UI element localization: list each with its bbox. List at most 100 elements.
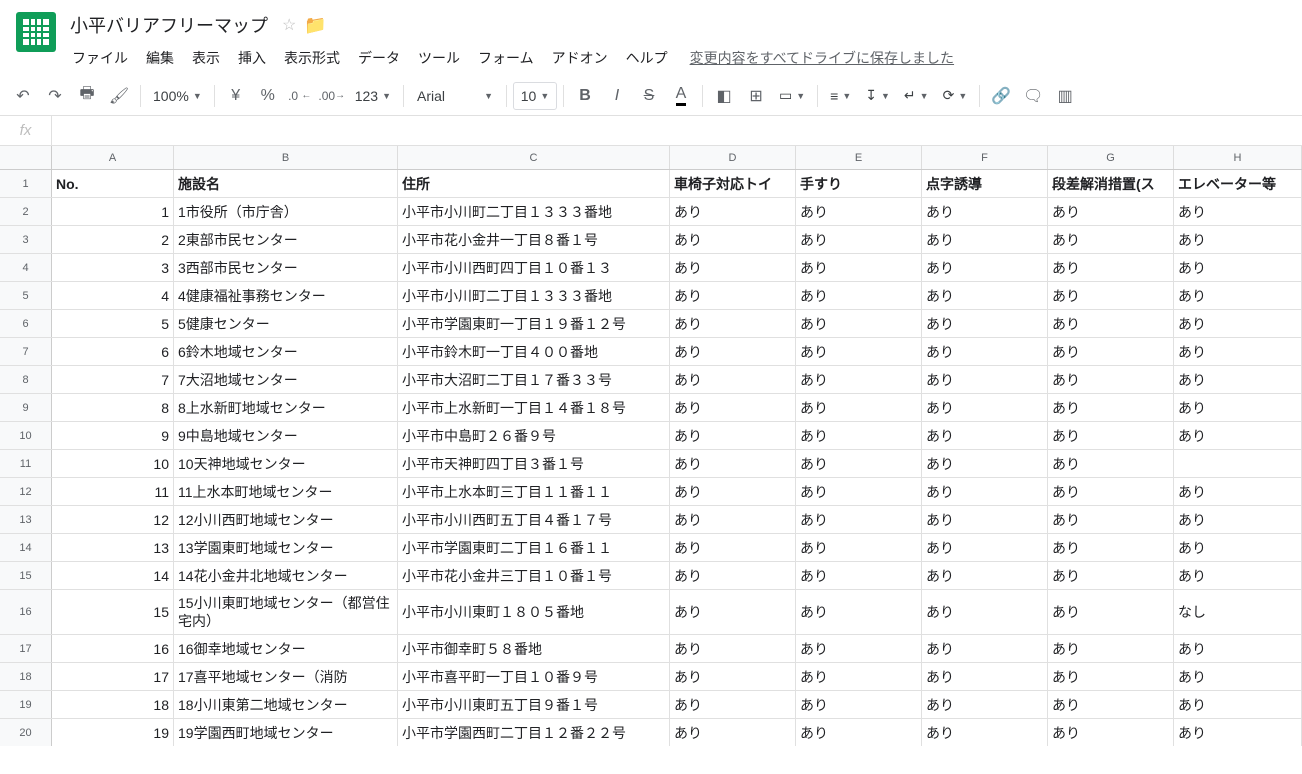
cell[interactable]: あり: [1048, 254, 1174, 281]
cell[interactable]: 小平市小川東町１８０５番地: [398, 590, 670, 634]
cell[interactable]: あり: [922, 534, 1048, 561]
cell[interactable]: あり: [1048, 478, 1174, 505]
cell[interactable]: あり: [1048, 590, 1174, 634]
number-format-select[interactable]: 123▼: [349, 82, 397, 110]
cell[interactable]: あり: [670, 663, 796, 690]
cell[interactable]: あり: [670, 719, 796, 746]
cell[interactable]: あり: [670, 506, 796, 533]
cell[interactable]: No.: [52, 170, 174, 197]
decrease-decimal-button[interactable]: .0 ←: [285, 82, 315, 110]
font-size-select[interactable]: 10▼: [513, 82, 557, 110]
valign-button[interactable]: ↧▼: [859, 82, 896, 110]
row-header[interactable]: 3: [0, 226, 52, 253]
col-header-B[interactable]: B: [174, 146, 398, 169]
cell[interactable]: あり: [796, 226, 922, 253]
cell[interactable]: あり: [1048, 310, 1174, 337]
cell[interactable]: あり: [796, 394, 922, 421]
halign-button[interactable]: ≡▼: [824, 82, 857, 110]
cell[interactable]: 13学園東町地域センター: [174, 534, 398, 561]
row-header[interactable]: 1: [0, 170, 52, 197]
cell[interactable]: あり: [796, 366, 922, 393]
cell[interactable]: あり: [796, 691, 922, 718]
row-header[interactable]: 9: [0, 394, 52, 421]
cell[interactable]: 小平市花小金井一丁目８番１号: [398, 226, 670, 253]
cell[interactable]: 1市役所（市庁舎）: [174, 198, 398, 225]
cell[interactable]: あり: [922, 719, 1048, 746]
cell[interactable]: 小平市学園西町二丁目１２番２２号: [398, 719, 670, 746]
cell[interactable]: 7大沼地域センター: [174, 366, 398, 393]
cell[interactable]: あり: [1174, 310, 1302, 337]
cell[interactable]: あり: [1048, 422, 1174, 449]
row-header[interactable]: 17: [0, 635, 52, 662]
cell[interactable]: あり: [796, 310, 922, 337]
cell[interactable]: あり: [796, 534, 922, 561]
cell[interactable]: あり: [796, 450, 922, 477]
cell[interactable]: あり: [922, 450, 1048, 477]
cell[interactable]: 小平市小川西町五丁目４番１７号: [398, 506, 670, 533]
cell[interactable]: 点字誘導: [922, 170, 1048, 197]
cell[interactable]: あり: [796, 635, 922, 662]
bold-button[interactable]: B: [570, 82, 600, 110]
cell[interactable]: 4: [52, 282, 174, 309]
col-header-F[interactable]: F: [922, 146, 1048, 169]
menu-form[interactable]: フォーム: [470, 44, 542, 72]
row-header[interactable]: 11: [0, 450, 52, 477]
cell[interactable]: 13: [52, 534, 174, 561]
percent-button[interactable]: %: [253, 82, 283, 110]
cell[interactable]: あり: [1174, 198, 1302, 225]
cell[interactable]: 小平市小川町二丁目１３３３番地: [398, 282, 670, 309]
row-header[interactable]: 14: [0, 534, 52, 561]
cell[interactable]: [1174, 450, 1302, 477]
cell[interactable]: 小平市小川町二丁目１３３３番地: [398, 198, 670, 225]
cell[interactable]: 12: [52, 506, 174, 533]
cell[interactable]: 5健康センター: [174, 310, 398, 337]
cell[interactable]: 1: [52, 198, 174, 225]
cell[interactable]: あり: [796, 478, 922, 505]
cell[interactable]: 15小川東町地域センター（都営住宅内）: [174, 590, 398, 634]
cell[interactable]: 小平市学園東町一丁目１９番１２号: [398, 310, 670, 337]
cell[interactable]: あり: [922, 198, 1048, 225]
borders-button[interactable]: ⊞: [741, 82, 771, 110]
row-header[interactable]: 5: [0, 282, 52, 309]
cell[interactable]: 5: [52, 310, 174, 337]
cell[interactable]: 施設名: [174, 170, 398, 197]
cell[interactable]: あり: [1048, 562, 1174, 589]
cell[interactable]: あり: [1174, 282, 1302, 309]
cell[interactable]: あり: [670, 635, 796, 662]
cell[interactable]: 小平市学園東町二丁目１６番１１: [398, 534, 670, 561]
cell[interactable]: あり: [922, 394, 1048, 421]
cell[interactable]: あり: [670, 450, 796, 477]
fill-color-button[interactable]: ◧: [709, 82, 739, 110]
cell[interactable]: あり: [1174, 719, 1302, 746]
cell[interactable]: あり: [922, 691, 1048, 718]
cell[interactable]: 2東部市民センター: [174, 226, 398, 253]
cell[interactable]: 18小川東第二地域センター: [174, 691, 398, 718]
row-header[interactable]: 12: [0, 478, 52, 505]
row-header[interactable]: 4: [0, 254, 52, 281]
cell[interactable]: あり: [670, 562, 796, 589]
link-button[interactable]: 🔗: [986, 82, 1016, 110]
save-status[interactable]: 変更内容をすべてドライブに保存しました: [690, 48, 954, 68]
cell[interactable]: あり: [1048, 635, 1174, 662]
cell[interactable]: 小平市上水新町一丁目１４番１８号: [398, 394, 670, 421]
cell[interactable]: 7: [52, 366, 174, 393]
cell[interactable]: あり: [1174, 366, 1302, 393]
cell[interactable]: 6鈴木地域センター: [174, 338, 398, 365]
cell[interactable]: 17喜平地域センター（消防: [174, 663, 398, 690]
cell[interactable]: 小平市大沼町二丁目１７番３３号: [398, 366, 670, 393]
menu-file[interactable]: ファイル: [64, 44, 136, 72]
cell[interactable]: あり: [670, 478, 796, 505]
cell[interactable]: あり: [922, 663, 1048, 690]
cell[interactable]: 9: [52, 422, 174, 449]
cell[interactable]: 3西部市民センター: [174, 254, 398, 281]
cell[interactable]: 小平市小川西町四丁目１０番１３: [398, 254, 670, 281]
cell[interactable]: 14: [52, 562, 174, 589]
cell[interactable]: 19学園西町地域センター: [174, 719, 398, 746]
cell[interactable]: あり: [796, 198, 922, 225]
cell[interactable]: あり: [922, 310, 1048, 337]
row-header[interactable]: 19: [0, 691, 52, 718]
cell[interactable]: あり: [1174, 338, 1302, 365]
cell[interactable]: あり: [1174, 635, 1302, 662]
cell[interactable]: 17: [52, 663, 174, 690]
cell[interactable]: 車椅子対応トイ: [670, 170, 796, 197]
